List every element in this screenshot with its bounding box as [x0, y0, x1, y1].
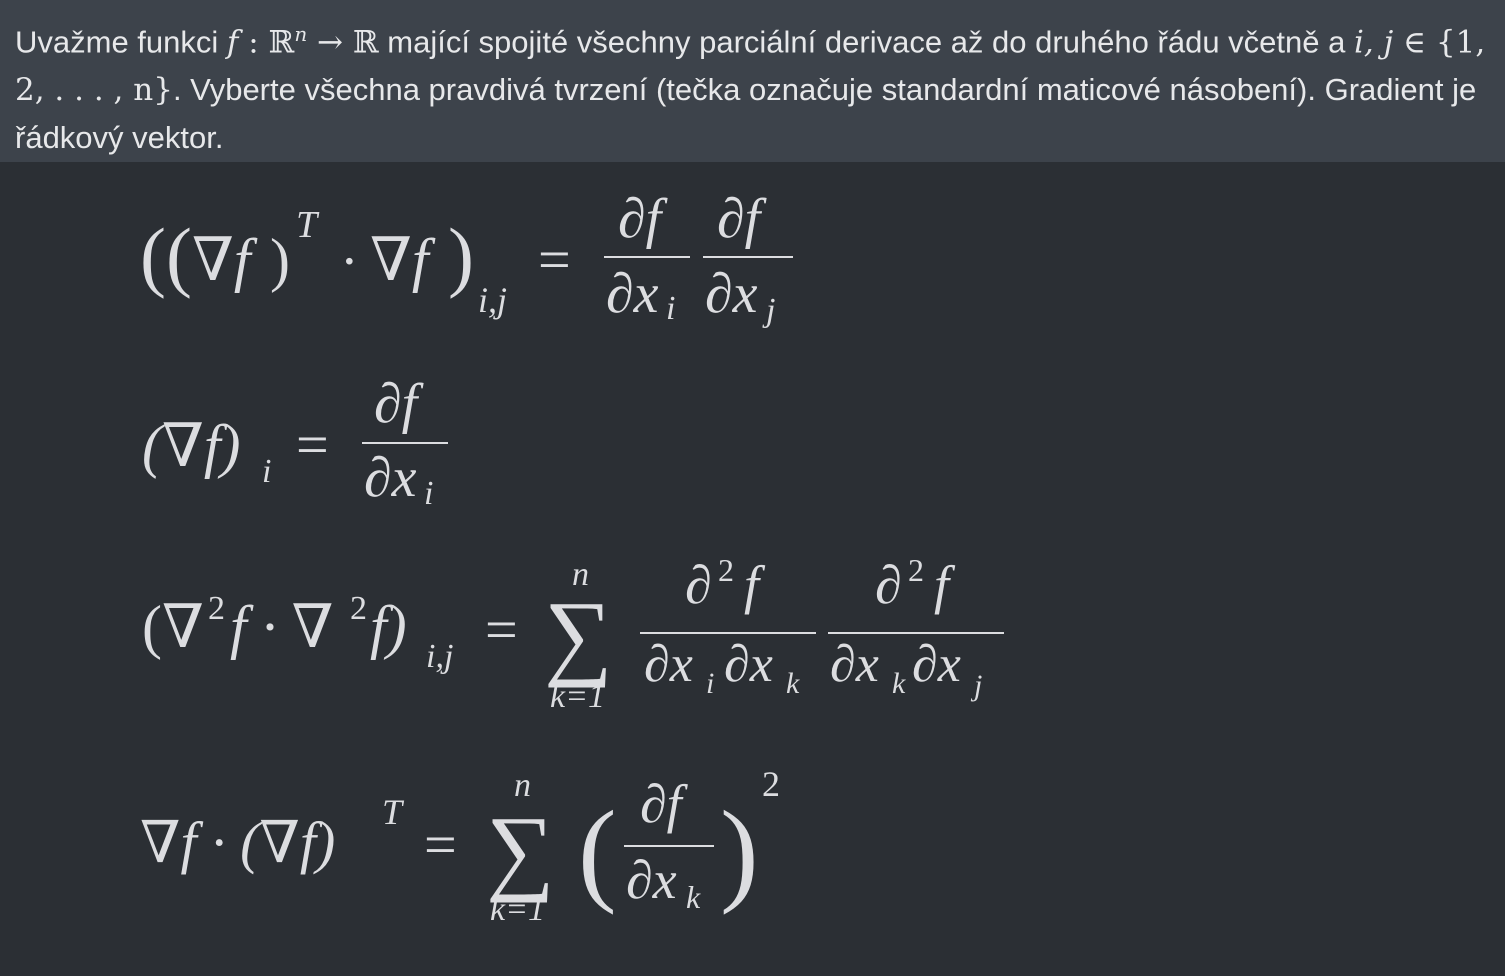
opt1-close-paren: ): [448, 212, 474, 299]
opt3-sub-ij: i,j: [426, 638, 453, 675]
option-2[interactable]: (∇f) i = ∂f ∂x i: [130, 372, 530, 512]
option-1[interactable]: (( ∇f ) T · ∇f ) i,j = ∂f ∂x i ∂f ∂x j: [130, 187, 830, 337]
opt4-sup2: 2: [762, 764, 780, 804]
question-part-1: Uvažme funkci: [15, 24, 227, 60]
opt4-lhs: ∇f · (∇f): [140, 810, 335, 875]
opt3-num2-f: f: [934, 555, 956, 615]
opt1-paren-close: ): [270, 227, 290, 293]
opt1-den2: ∂x: [705, 263, 758, 325]
option-4-formula: ∇f · (∇f) T = n ∑ k=1 ( ∂f ∂x k ) 2: [140, 764, 780, 928]
math-colon: :: [238, 24, 269, 61]
option-4[interactable]: ∇f · (∇f) T = n ∑ k=1 ( ∂f ∂x k ) 2: [130, 762, 830, 942]
math-ij: i, j: [1353, 24, 1394, 61]
answer-options: (( ∇f ) T · ∇f ) i,j = ∂f ∂x i ∂f ∂x j (…: [0, 162, 1505, 976]
opt3-num1: ∂: [685, 555, 712, 615]
option-3[interactable]: (∇ 2 f · ∇ 2 f) i,j = n ∑ k=1 ∂ 2 f ∂x i…: [130, 547, 1030, 727]
question-part-2: mající spojité všechny parciální derivac…: [378, 24, 1354, 60]
opt4-equals: =: [424, 812, 457, 877]
opt3-num2-sup: 2: [908, 552, 924, 588]
opt3-lhs-b: f · ∇: [230, 594, 334, 660]
question-part-3: . Vyberte všechna pravdivá tvrzení (tečk…: [15, 72, 1477, 156]
opt1-dot: ·: [340, 231, 359, 293]
opt4-den-sub: k: [686, 879, 701, 915]
opt2-sub-i: i: [262, 453, 271, 490]
math-arrow: →: [307, 24, 353, 61]
opt1-den1-sub: i: [666, 290, 675, 327]
opt3-den2-b: ∂x: [912, 636, 961, 693]
opt1-sub-ij: i,j: [478, 280, 507, 320]
opt1-num2: ∂f: [717, 188, 768, 250]
question-text: Uvažme funkci f : ℝn → ℝ mající spojité …: [0, 0, 1505, 162]
math-f: f: [226, 24, 239, 61]
opt3-den1-b: ∂x: [724, 636, 773, 693]
option-1-formula: (( ∇f ) T · ∇f ) i,j = ∂f ∂x i ∂f ∂x j: [140, 188, 793, 329]
opt4-num: ∂f: [640, 774, 689, 834]
opt1-den1: ∂x: [606, 263, 659, 325]
opt1-nabla-f: ∇f: [192, 227, 258, 293]
opt4-close-paren: ): [720, 788, 759, 916]
opt3-sup2b: 2: [350, 590, 367, 627]
opt4-sup-T: T: [382, 792, 405, 832]
math-Rn: ℝ: [268, 24, 295, 61]
opt4-sum-bottom: k=1: [490, 891, 545, 928]
math-n-exponent: n: [294, 22, 308, 46]
opt3-den1-a: ∂x: [644, 636, 693, 693]
opt3-sum-bottom: k=1: [550, 678, 605, 715]
opt3-equals: =: [485, 597, 518, 662]
opt3-den1-sub-k: k: [786, 667, 800, 700]
opt1-sup-T: T: [296, 204, 320, 246]
opt1-nabla-f2: ∇f: [370, 227, 436, 293]
opt3-num1-f: f: [744, 555, 766, 615]
opt3-sum: ∑: [544, 581, 612, 688]
opt3-num2: ∂: [875, 555, 902, 615]
opt4-den: ∂x: [626, 850, 677, 910]
opt3-den2-a: ∂x: [830, 636, 879, 693]
opt2-equals: =: [296, 412, 329, 477]
opt3-den2-sub-j: j: [970, 669, 982, 702]
opt1-den2-sub: j: [762, 292, 775, 329]
opt3-lhs-c: f): [370, 594, 407, 660]
opt1-num1: ∂f: [618, 188, 669, 250]
option-2-formula: (∇f) i = ∂f ∂x i: [142, 373, 448, 512]
opt4-sum: ∑: [486, 796, 554, 903]
opt3-den2-sub-k: k: [892, 667, 906, 700]
opt2-lhs: (∇f): [142, 413, 241, 479]
opt1-open-parens: ((: [140, 212, 192, 299]
opt3-lhs-a: (∇: [142, 594, 204, 660]
math-in: ∈: [1393, 24, 1436, 61]
opt3-den1-sub-i: i: [706, 667, 714, 700]
opt2-den: ∂x: [364, 447, 417, 509]
opt3-sup2a: 2: [208, 590, 225, 627]
opt2-den-sub: i: [424, 475, 433, 512]
opt1-equals: =: [538, 227, 571, 292]
option-3-formula: (∇ 2 f · ∇ 2 f) i,j = n ∑ k=1 ∂ 2 f ∂x i…: [142, 552, 1004, 715]
opt3-num1-sup: 2: [718, 552, 734, 588]
opt2-num: ∂f: [374, 373, 425, 435]
opt4-open-paren: (: [578, 788, 617, 916]
math-R: ℝ: [352, 24, 379, 61]
